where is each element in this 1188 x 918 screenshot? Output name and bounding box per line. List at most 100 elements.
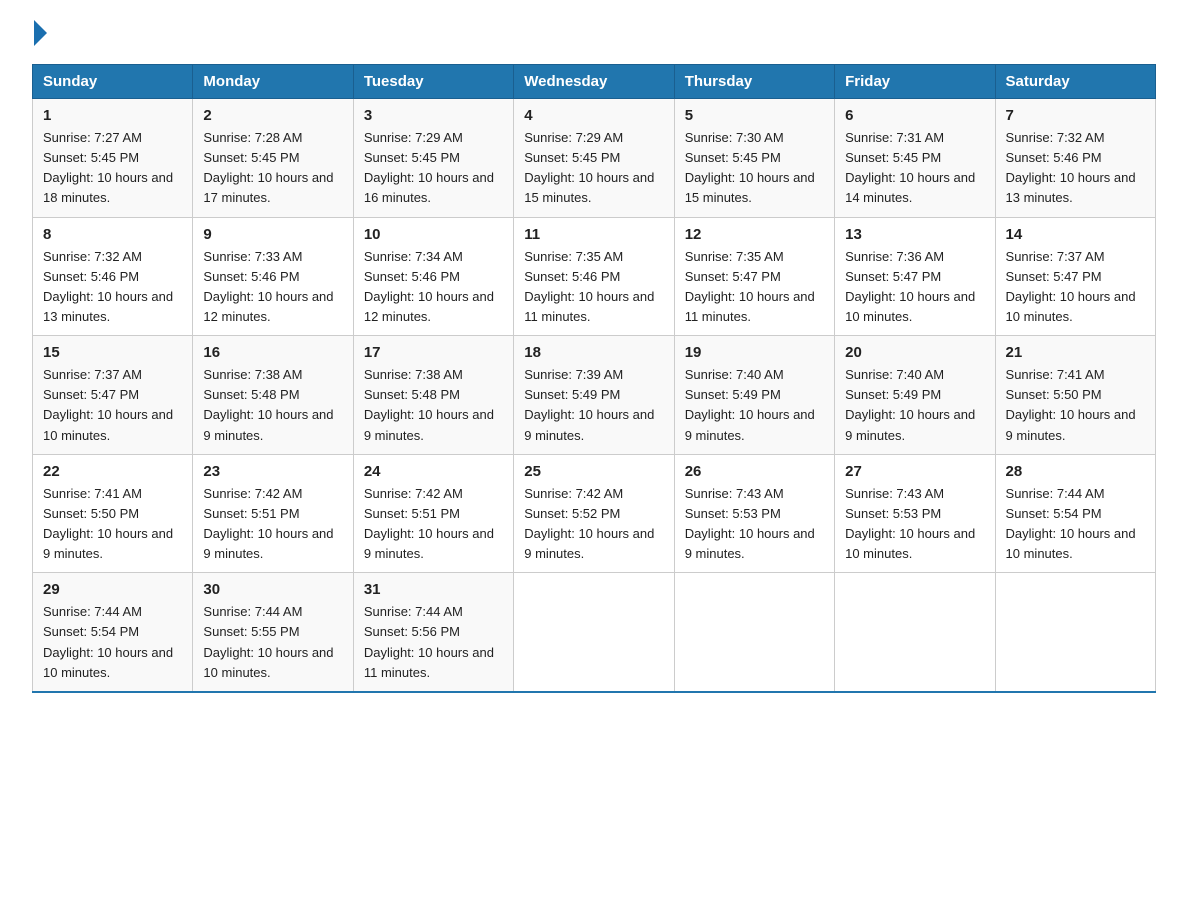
- header-row: SundayMondayTuesdayWednesdayThursdayFrid…: [33, 65, 1156, 99]
- day-info: Sunrise: 7:44 AMSunset: 5:55 PMDaylight:…: [203, 602, 342, 683]
- day-cell: 8Sunrise: 7:32 AMSunset: 5:46 PMDaylight…: [33, 217, 193, 336]
- day-number: 16: [203, 344, 342, 361]
- day-info: Sunrise: 7:27 AMSunset: 5:45 PMDaylight:…: [43, 128, 182, 209]
- day-info: Sunrise: 7:40 AMSunset: 5:49 PMDaylight:…: [685, 365, 824, 446]
- day-number: 12: [685, 226, 824, 243]
- day-info: Sunrise: 7:43 AMSunset: 5:53 PMDaylight:…: [845, 484, 984, 565]
- day-cell: 7Sunrise: 7:32 AMSunset: 5:46 PMDaylight…: [995, 99, 1155, 218]
- week-row-1: 1Sunrise: 7:27 AMSunset: 5:45 PMDaylight…: [33, 99, 1156, 218]
- day-number: 28: [1006, 463, 1145, 480]
- day-cell: 9 Sunrise: 7:33 AMSunset: 5:46 PMDaylight…: [193, 217, 353, 336]
- col-header-tuesday: Tuesday: [353, 65, 513, 99]
- logo: [32, 24, 49, 46]
- day-info: Sunrise: 7:44 AMSunset: 5:54 PMDaylight:…: [43, 602, 182, 683]
- day-info: Sunrise: 7:37 AMSunset: 5:47 PMDaylight:…: [1006, 247, 1145, 328]
- day-number: 10: [364, 226, 503, 243]
- day-number: 19: [685, 344, 824, 361]
- week-row-2: 8Sunrise: 7:32 AMSunset: 5:46 PMDaylight…: [33, 217, 1156, 336]
- day-cell: 28 Sunrise: 7:44 AMSunset: 5:54 PMDayligh…: [995, 454, 1155, 573]
- day-cell: [674, 573, 834, 692]
- day-info: Sunrise: 7:33 AMSunset: 5:46 PMDaylight:…: [203, 247, 342, 328]
- day-number: 29: [43, 581, 182, 598]
- day-number: 6: [845, 107, 984, 124]
- day-cell: 22 Sunrise: 7:41 AMSunset: 5:50 PMDayligh…: [33, 454, 193, 573]
- day-cell: 4 Sunrise: 7:29 AMSunset: 5:45 PMDaylight…: [514, 99, 674, 218]
- day-number: 15: [43, 344, 182, 361]
- day-number: 22: [43, 463, 182, 480]
- day-cell: 24Sunrise: 7:42 AMSunset: 5:51 PMDayligh…: [353, 454, 513, 573]
- day-info: Sunrise: 7:42 AMSunset: 5:51 PMDaylight:…: [203, 484, 342, 565]
- day-number: 27: [845, 463, 984, 480]
- logo-triangle-icon: [34, 20, 47, 46]
- day-cell: [514, 573, 674, 692]
- day-info: Sunrise: 7:36 AMSunset: 5:47 PMDaylight:…: [845, 247, 984, 328]
- day-info: Sunrise: 7:31 AMSunset: 5:45 PMDaylight:…: [845, 128, 984, 209]
- week-row-4: 22 Sunrise: 7:41 AMSunset: 5:50 PMDayligh…: [33, 454, 1156, 573]
- day-info: Sunrise: 7:35 AMSunset: 5:46 PMDaylight:…: [524, 247, 663, 328]
- day-cell: 27 Sunrise: 7:43 AMSunset: 5:53 PMDayligh…: [835, 454, 995, 573]
- day-info: Sunrise: 7:30 AMSunset: 5:45 PMDaylight:…: [685, 128, 824, 209]
- day-number: 20: [845, 344, 984, 361]
- day-info: Sunrise: 7:41 AMSunset: 5:50 PMDaylight:…: [43, 484, 182, 565]
- day-cell: 19 Sunrise: 7:40 AMSunset: 5:49 PMDayligh…: [674, 336, 834, 455]
- page-header: [32, 24, 1156, 46]
- day-info: Sunrise: 7:38 AMSunset: 5:48 PMDaylight:…: [203, 365, 342, 446]
- day-number: 7: [1006, 107, 1145, 124]
- day-cell: 29 Sunrise: 7:44 AMSunset: 5:54 PMDayligh…: [33, 573, 193, 692]
- day-cell: 17Sunrise: 7:38 AMSunset: 5:48 PMDayligh…: [353, 336, 513, 455]
- day-info: Sunrise: 7:29 AMSunset: 5:45 PMDaylight:…: [364, 128, 503, 209]
- day-cell: 10 Sunrise: 7:34 AMSunset: 5:46 PMDayligh…: [353, 217, 513, 336]
- calendar-table: SundayMondayTuesdayWednesdayThursdayFrid…: [32, 64, 1156, 693]
- col-header-friday: Friday: [835, 65, 995, 99]
- day-number: 11: [524, 226, 663, 243]
- day-cell: 12 Sunrise: 7:35 AMSunset: 5:47 PMDayligh…: [674, 217, 834, 336]
- day-info: Sunrise: 7:40 AMSunset: 5:49 PMDaylight:…: [845, 365, 984, 446]
- day-info: Sunrise: 7:35 AMSunset: 5:47 PMDaylight:…: [685, 247, 824, 328]
- day-info: Sunrise: 7:38 AMSunset: 5:48 PMDaylight:…: [364, 365, 503, 446]
- day-info: Sunrise: 7:39 AMSunset: 5:49 PMDaylight:…: [524, 365, 663, 446]
- day-number: 18: [524, 344, 663, 361]
- day-cell: 1Sunrise: 7:27 AMSunset: 5:45 PMDaylight…: [33, 99, 193, 218]
- day-cell: 16 Sunrise: 7:38 AMSunset: 5:48 PMDayligh…: [193, 336, 353, 455]
- day-cell: 5 Sunrise: 7:30 AMSunset: 5:45 PMDaylight…: [674, 99, 834, 218]
- day-number: 5: [685, 107, 824, 124]
- day-cell: 3Sunrise: 7:29 AMSunset: 5:45 PMDaylight…: [353, 99, 513, 218]
- day-info: Sunrise: 7:32 AMSunset: 5:46 PMDaylight:…: [43, 247, 182, 328]
- day-cell: 11 Sunrise: 7:35 AMSunset: 5:46 PMDayligh…: [514, 217, 674, 336]
- day-info: Sunrise: 7:42 AMSunset: 5:51 PMDaylight:…: [364, 484, 503, 565]
- day-cell: [995, 573, 1155, 692]
- week-row-5: 29 Sunrise: 7:44 AMSunset: 5:54 PMDayligh…: [33, 573, 1156, 692]
- day-cell: 14Sunrise: 7:37 AMSunset: 5:47 PMDayligh…: [995, 217, 1155, 336]
- day-info: Sunrise: 7:34 AMSunset: 5:46 PMDaylight:…: [364, 247, 503, 328]
- day-number: 25: [524, 463, 663, 480]
- day-number: 31: [364, 581, 503, 598]
- day-cell: 13Sunrise: 7:36 AMSunset: 5:47 PMDayligh…: [835, 217, 995, 336]
- day-cell: [835, 573, 995, 692]
- col-header-thursday: Thursday: [674, 65, 834, 99]
- col-header-monday: Monday: [193, 65, 353, 99]
- day-number: 30: [203, 581, 342, 598]
- day-cell: 26Sunrise: 7:43 AMSunset: 5:53 PMDayligh…: [674, 454, 834, 573]
- col-header-wednesday: Wednesday: [514, 65, 674, 99]
- col-header-saturday: Saturday: [995, 65, 1155, 99]
- day-number: 26: [685, 463, 824, 480]
- day-cell: 21 Sunrise: 7:41 AMSunset: 5:50 PMDayligh…: [995, 336, 1155, 455]
- day-number: 4: [524, 107, 663, 124]
- day-info: Sunrise: 7:41 AMSunset: 5:50 PMDaylight:…: [1006, 365, 1145, 446]
- day-cell: 6 Sunrise: 7:31 AMSunset: 5:45 PMDaylight…: [835, 99, 995, 218]
- day-number: 21: [1006, 344, 1145, 361]
- day-cell: 2Sunrise: 7:28 AMSunset: 5:45 PMDaylight…: [193, 99, 353, 218]
- day-info: Sunrise: 7:37 AMSunset: 5:47 PMDaylight:…: [43, 365, 182, 446]
- day-cell: 15 Sunrise: 7:37 AMSunset: 5:47 PMDayligh…: [33, 336, 193, 455]
- day-number: 9: [203, 226, 342, 243]
- day-info: Sunrise: 7:28 AMSunset: 5:45 PMDaylight:…: [203, 128, 342, 209]
- day-info: Sunrise: 7:29 AMSunset: 5:45 PMDaylight:…: [524, 128, 663, 209]
- day-cell: 20 Sunrise: 7:40 AMSunset: 5:49 PMDayligh…: [835, 336, 995, 455]
- day-cell: 23 Sunrise: 7:42 AMSunset: 5:51 PMDayligh…: [193, 454, 353, 573]
- day-cell: 30 Sunrise: 7:44 AMSunset: 5:55 PMDayligh…: [193, 573, 353, 692]
- day-cell: 18 Sunrise: 7:39 AMSunset: 5:49 PMDayligh…: [514, 336, 674, 455]
- week-row-3: 15 Sunrise: 7:37 AMSunset: 5:47 PMDayligh…: [33, 336, 1156, 455]
- day-info: Sunrise: 7:44 AMSunset: 5:54 PMDaylight:…: [1006, 484, 1145, 565]
- day-cell: 25Sunrise: 7:42 AMSunset: 5:52 PMDayligh…: [514, 454, 674, 573]
- day-number: 23: [203, 463, 342, 480]
